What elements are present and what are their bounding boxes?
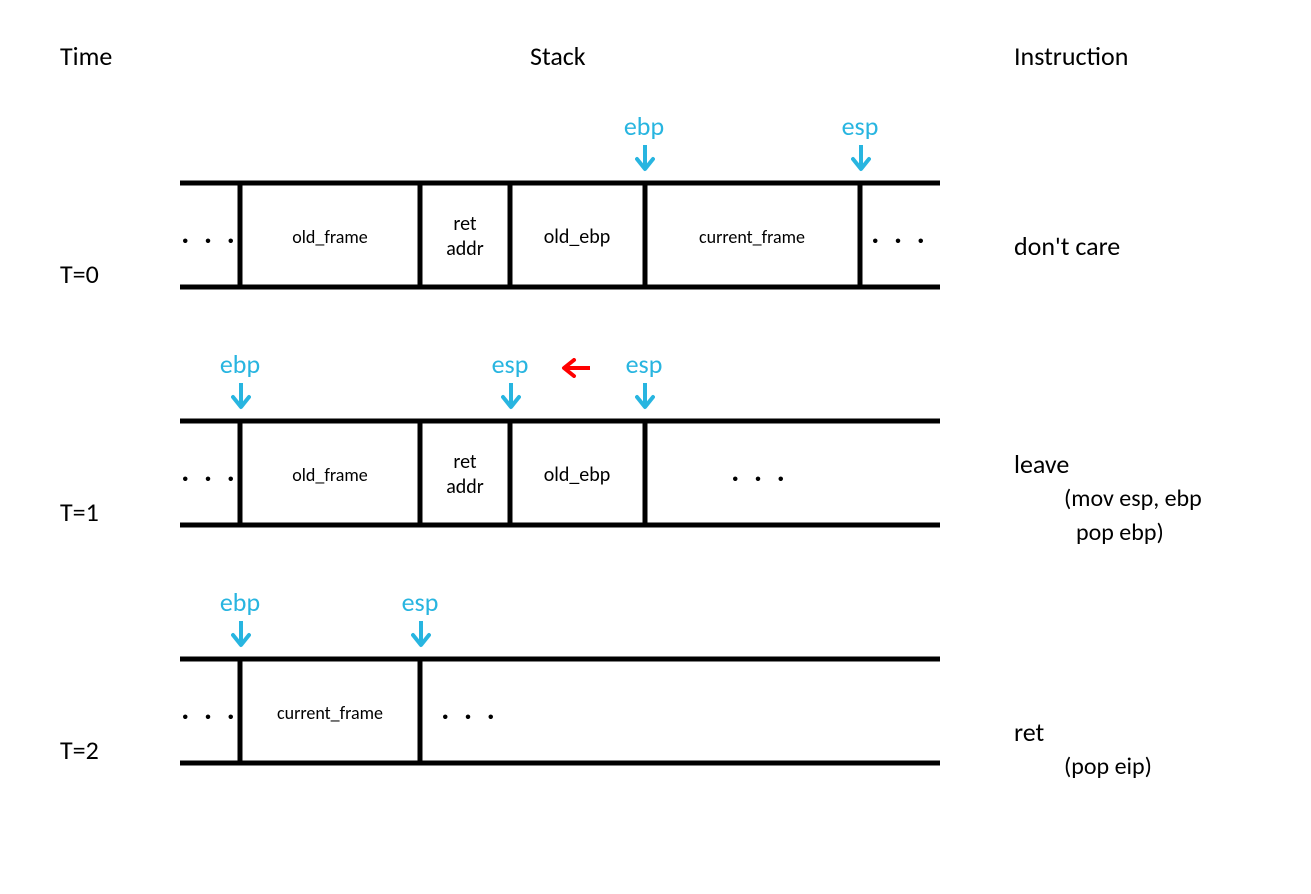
ellipsis-right: . . . [731,453,789,490]
stack-row-2: . . . current_frame . . . [180,656,940,766]
cell-ret-addr-2: addr [446,237,484,261]
time-label-0: T=0 [60,258,99,290]
arrow-down-icon [851,145,871,175]
ellipsis-left: . . . [181,215,239,252]
header-instruction: Instruction [1014,40,1128,72]
pointer-ebp-0: ebp [614,110,674,142]
time-label-2: T=2 [60,734,99,766]
arrow-down-icon [411,621,431,651]
header-stack: Stack [530,40,586,72]
pointer-esp-1a: esp [480,348,540,380]
stack-row-1: . . . old_frame ret addr old_ebp . . . [180,418,940,528]
cell-current-frame: current_frame [699,226,805,248]
instruction-2-sub1: (pop eip) [1014,750,1152,784]
cell-current-frame: current_frame [277,702,383,724]
pointer-esp-0: esp [830,110,890,142]
ellipsis-right: . . . [441,691,499,728]
instruction-0: don't care [1014,228,1120,264]
cell-ret-addr-2: addr [446,475,484,499]
cell-ret-addr-1: ret [453,212,477,236]
cell-old-ebp: old_ebp [544,463,611,487]
time-label-1: T=1 [60,496,99,528]
instruction-0-main: don't care [1014,228,1120,264]
arrow-down-icon [231,383,251,413]
instruction-1: leave (mov esp, ebp pop ebp) [1014,446,1202,550]
header-time: Time [60,40,112,72]
arrow-down-icon [501,383,521,413]
arrow-left-icon [560,358,590,378]
pointer-esp-2: esp [390,586,450,618]
pointer-ebp-2: ebp [210,586,270,618]
arrow-down-icon [635,383,655,413]
arrow-down-icon [635,145,655,175]
cell-old-frame: old_frame [292,226,367,248]
pointer-esp-1b: esp [614,348,674,380]
stack-row-0: . . . old_frame ret addr old_ebp current… [180,180,940,290]
ellipsis-left: . . . [181,691,239,728]
cell-old-frame: old_frame [292,464,367,486]
ellipsis-left: . . . [181,453,239,490]
instruction-1-sub2: pop ebp) [1014,516,1202,550]
instruction-2: ret (pop eip) [1014,714,1152,784]
instruction-2-main: ret [1014,714,1152,750]
ellipsis-right: . . . [871,215,929,252]
arrow-down-icon [231,621,251,651]
instruction-1-main: leave [1014,446,1202,482]
pointer-ebp-1: ebp [210,348,270,380]
instruction-1-sub1: (mov esp, ebp [1014,482,1202,516]
cell-ret-addr-1: ret [453,450,477,474]
cell-old-ebp: old_ebp [544,225,611,249]
